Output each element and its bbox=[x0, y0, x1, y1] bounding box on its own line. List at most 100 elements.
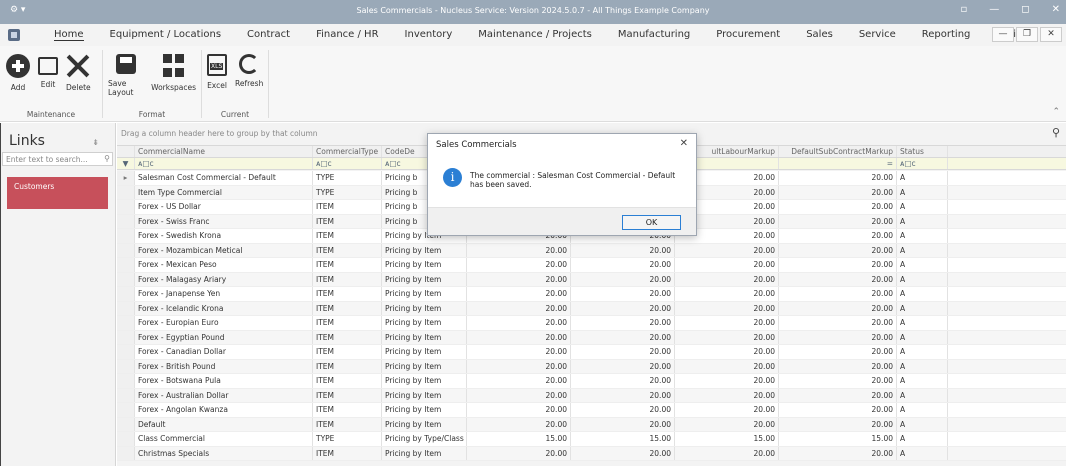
table-row[interactable]: Forex - British Pound ITEM Pricing by Item… bbox=[117, 359, 1066, 374]
table-cell: Pricing by Item bbox=[382, 417, 467, 431]
row-indicator[interactable] bbox=[117, 417, 135, 431]
menu-inventory[interactable]: Inventory bbox=[405, 29, 453, 41]
table-cell: 20.00 bbox=[779, 316, 897, 330]
menu-service[interactable]: Service bbox=[859, 29, 896, 41]
table-cell: 20.00 bbox=[467, 330, 571, 344]
links-search-input[interactable]: Enter text to search... ⚲ bbox=[2, 152, 113, 166]
edit-button[interactable]: Edit bbox=[38, 54, 58, 89]
table-row[interactable]: Christmas Specials ITEM Pricing by Item 20.… bbox=[117, 446, 1066, 461]
refresh-button[interactable]: Refresh bbox=[235, 54, 263, 88]
row-indicator[interactable] bbox=[117, 432, 135, 446]
table-cell: Pricing by Item bbox=[382, 330, 467, 344]
row-indicator[interactable] bbox=[117, 446, 135, 460]
row-indicator[interactable] bbox=[117, 200, 135, 214]
table-row[interactable]: Class Commercial TYPE Pricing by Type/Clas… bbox=[117, 432, 1066, 447]
column-header[interactable]: Status bbox=[897, 146, 948, 157]
table-cell: Pricing by Item bbox=[382, 345, 467, 359]
table-row[interactable]: Forex - Icelandic Krona ITEM Pricing by It… bbox=[117, 301, 1066, 316]
ribbon-minimize-button[interactable]: — bbox=[992, 27, 1014, 42]
table-row[interactable]: Forex - Botswana Pula ITEM Pricing by Item… bbox=[117, 374, 1066, 389]
window-close-button[interactable]: ✕ bbox=[1052, 4, 1060, 15]
row-indicator[interactable] bbox=[117, 243, 135, 257]
ok-button[interactable]: OK bbox=[622, 215, 681, 230]
save-layout-button[interactable]: Save Layout bbox=[108, 54, 143, 97]
row-indicator[interactable] bbox=[117, 229, 135, 243]
table-cell: Pricing by Item bbox=[382, 272, 467, 286]
find-icon[interactable]: ⚲ bbox=[1052, 126, 1060, 139]
table-row[interactable]: Forex - Janapense Yen ITEM Pricing by Item… bbox=[117, 287, 1066, 302]
menu-procurement[interactable]: Procurement bbox=[716, 29, 780, 41]
collapse-ribbon-icon[interactable]: ⌃ bbox=[1052, 107, 1060, 117]
filter-cell[interactable]: ᴀ□c bbox=[313, 158, 382, 169]
table-cell: Forex - Canadian Dollar bbox=[135, 345, 313, 359]
delete-button[interactable]: Delete bbox=[66, 54, 91, 92]
table-cell: ITEM bbox=[313, 359, 382, 373]
column-header[interactable]: DefaultSubContractMarkup bbox=[779, 146, 897, 157]
ribbon-close-button[interactable]: ✕ bbox=[1040, 27, 1062, 42]
table-cell: ITEM bbox=[313, 316, 382, 330]
table-row[interactable]: Forex - Malagasy Ariary ITEM Pricing by It… bbox=[117, 272, 1066, 287]
table-row[interactable]: Forex - Canadian Dollar ITEM Pricing by It… bbox=[117, 345, 1066, 360]
table-cell: 20.00 bbox=[571, 417, 675, 431]
workspaces-button[interactable]: Workspaces bbox=[151, 54, 196, 92]
table-cell: ITEM bbox=[313, 388, 382, 402]
save-confirmation-dialog: Sales Commercials ✕ i The commercial : S… bbox=[427, 133, 697, 236]
row-indicator[interactable] bbox=[117, 330, 135, 344]
search-icon[interactable]: ⚲ bbox=[104, 154, 110, 163]
table-cell: ITEM bbox=[313, 258, 382, 272]
filter-cell[interactable]: ᴀ□c bbox=[897, 158, 948, 169]
table-row[interactable]: Forex - Europian Euro ITEM Pricing by Item… bbox=[117, 316, 1066, 331]
table-cell: 20.00 bbox=[467, 287, 571, 301]
row-indicator[interactable] bbox=[117, 272, 135, 286]
filter-cell[interactable]: ᴀ□c bbox=[135, 158, 313, 169]
row-indicator[interactable] bbox=[117, 403, 135, 417]
table-cell: 20.00 bbox=[779, 359, 897, 373]
table-row[interactable]: Forex - Australian Dollar ITEM Pricing by … bbox=[117, 388, 1066, 403]
row-indicator[interactable] bbox=[117, 374, 135, 388]
table-cell: 20.00 bbox=[571, 258, 675, 272]
ribbon-restore-button[interactable]: ❐ bbox=[1016, 27, 1038, 42]
row-indicator[interactable] bbox=[117, 345, 135, 359]
filter-icon[interactable]: ▼ bbox=[117, 158, 135, 169]
table-cell: 20.00 bbox=[779, 243, 897, 257]
app-icon[interactable] bbox=[8, 29, 20, 41]
row-indicator[interactable]: ▸ bbox=[117, 171, 135, 185]
menu-home[interactable]: Home bbox=[54, 29, 84, 41]
link-tile-customers[interactable]: Customers bbox=[7, 177, 108, 209]
table-cell: Forex - Mexican Peso bbox=[135, 258, 313, 272]
menu-equipment-locations[interactable]: Equipment / Locations bbox=[110, 29, 222, 41]
table-row[interactable]: Forex - Angolan Kwanza ITEM Pricing by Ite… bbox=[117, 403, 1066, 418]
window-option-button[interactable]: ▫ bbox=[961, 4, 968, 15]
table-cell: Forex - Botswana Pula bbox=[135, 374, 313, 388]
row-indicator[interactable] bbox=[117, 359, 135, 373]
filter-cell[interactable]: = bbox=[779, 158, 897, 169]
add-button[interactable]: Add bbox=[6, 54, 30, 92]
table-row[interactable]: Forex - Mozambican Metical ITEM Pricing by… bbox=[117, 243, 1066, 258]
row-indicator[interactable] bbox=[117, 287, 135, 301]
table-row[interactable]: Forex - Mexican Peso ITEM Pricing by Item 2… bbox=[117, 258, 1066, 273]
menu-sales[interactable]: Sales bbox=[806, 29, 833, 41]
row-indicator[interactable] bbox=[117, 185, 135, 199]
row-indicator[interactable] bbox=[117, 388, 135, 402]
menu-finance-hr[interactable]: Finance / HR bbox=[316, 29, 378, 41]
window-maximize-button[interactable]: ◻ bbox=[1021, 4, 1029, 15]
table-row[interactable]: Forex - Egyptian Pound ITEM Pricing by Ite… bbox=[117, 330, 1066, 345]
menu-contract[interactable]: Contract bbox=[247, 29, 290, 41]
row-indicator[interactable] bbox=[117, 301, 135, 315]
row-indicator[interactable] bbox=[117, 214, 135, 228]
close-icon[interactable]: ✕ bbox=[680, 138, 688, 149]
pin-icon[interactable]: ⇟ bbox=[92, 138, 99, 147]
menu-maintenance-projects[interactable]: Maintenance / Projects bbox=[478, 29, 592, 41]
column-header[interactable]: CommercialName bbox=[135, 146, 313, 157]
row-indicator[interactable] bbox=[117, 258, 135, 272]
table-cell: Forex - Australian Dollar bbox=[135, 388, 313, 402]
table-row[interactable]: Default ITEM Pricing by Item 20.00 20.00 20.0… bbox=[117, 417, 1066, 432]
excel-button[interactable]: Excel bbox=[207, 54, 227, 90]
menu-reporting[interactable]: Reporting bbox=[922, 29, 971, 41]
menu-manufacturing[interactable]: Manufacturing bbox=[618, 29, 690, 41]
row-indicator[interactable] bbox=[117, 316, 135, 330]
table-cell: 20.00 bbox=[779, 345, 897, 359]
column-header[interactable]: CommercialType bbox=[313, 146, 382, 157]
window-minimize-button[interactable]: — bbox=[989, 4, 999, 15]
table-cell: 20.00 bbox=[571, 316, 675, 330]
